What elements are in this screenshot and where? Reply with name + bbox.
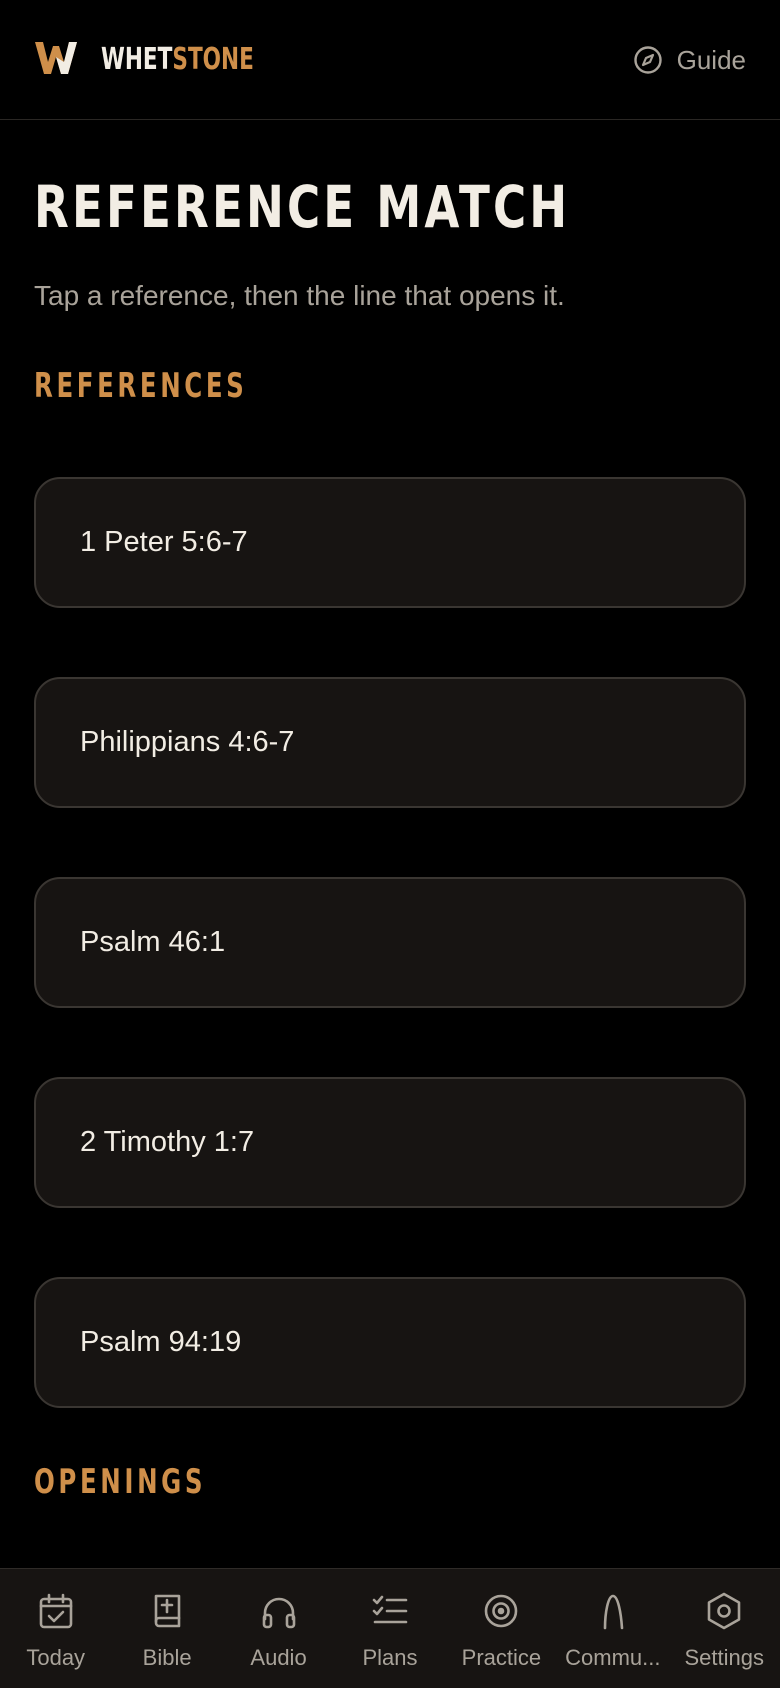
wordmark-part-2: STONE: [172, 42, 254, 77]
tab-plans[interactable]: Plans: [334, 1569, 445, 1688]
tab-label: Audio: [250, 1645, 307, 1670]
calendar-check-icon: [39, 1593, 73, 1629]
app-header: WHETSTONE Guide: [0, 0, 780, 120]
reference-label: Philippians 4:6-7: [80, 726, 295, 758]
reference-card[interactable]: Psalm 94:19: [34, 1277, 746, 1408]
page-title: REFERENCE MATCH: [34, 173, 571, 241]
reference-label: 1 Peter 5:6-7: [80, 526, 248, 558]
tab-practice[interactable]: Practice: [446, 1569, 557, 1688]
compass-icon: [633, 46, 662, 74]
reference-card[interactable]: Philippians 4:6-7: [34, 677, 746, 808]
tab-label: Plans: [362, 1645, 418, 1670]
tab-settings[interactable]: Settings: [669, 1569, 780, 1688]
whetstone-logo-icon[interactable]: [34, 40, 78, 76]
references-list: 1 Peter 5:6-7 Philippians 4:6-7 Psalm 46…: [34, 477, 746, 1477]
reference-label: Psalm 46:1: [80, 926, 226, 958]
reference-label: Psalm 94:19: [80, 1326, 242, 1358]
wordmark-part-1: WHET: [101, 42, 173, 77]
guide-button[interactable]: Guide: [633, 38, 746, 82]
headphones-icon: [262, 1597, 295, 1629]
app-wordmark: WHETSTONE: [101, 38, 254, 82]
bible-icon: [154, 1594, 181, 1628]
target-icon: [485, 1594, 518, 1628]
guide-label: Guide: [676, 44, 746, 75]
page-subtitle: Tap a reference, then the line that open…: [34, 280, 565, 311]
reference-label: 2 Timothy 1:7: [80, 1126, 255, 1158]
tab-label: Settings: [684, 1645, 764, 1670]
reference-card[interactable]: 2 Timothy 1:7: [34, 1077, 746, 1208]
openings-heading: OPENINGS: [34, 1462, 207, 1502]
tab-today[interactable]: Today: [0, 1569, 111, 1688]
reference-card[interactable]: 1 Peter 5:6-7: [34, 477, 746, 608]
checklist-icon: [372, 1595, 408, 1624]
settings-hexagon-icon: [707, 1592, 741, 1630]
reference-card[interactable]: Psalm 46:1: [34, 877, 746, 1008]
tab-label: Commu...: [565, 1645, 661, 1670]
community-icon: [603, 1594, 624, 1630]
bottom-tab-bar: Today Bible Audio Plans Practice Commu..…: [0, 1568, 780, 1688]
tab-label: Practice: [461, 1645, 542, 1670]
tab-label: Bible: [142, 1645, 192, 1670]
tab-audio[interactable]: Audio: [223, 1569, 334, 1688]
tab-bible[interactable]: Bible: [111, 1569, 222, 1688]
tab-label: Today: [26, 1645, 86, 1670]
references-heading: REFERENCES: [34, 366, 248, 406]
tab-community[interactable]: Commu...: [557, 1569, 668, 1688]
